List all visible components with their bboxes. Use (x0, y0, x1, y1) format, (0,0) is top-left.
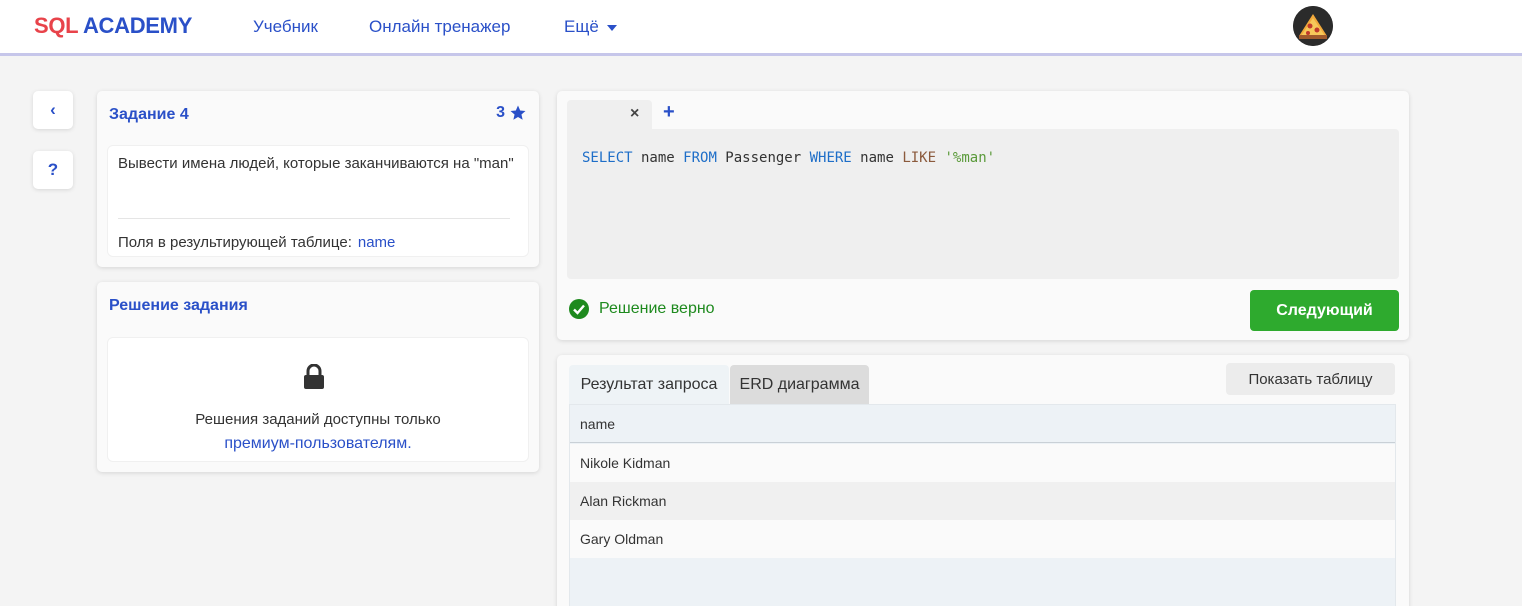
logo-sql: SQL (34, 13, 78, 38)
task-description: Вывести имена людей, которые заканчивают… (118, 155, 514, 172)
code-token: name (632, 150, 684, 166)
next-button[interactable]: Следующий (1250, 290, 1399, 331)
task-rating: 3 (496, 104, 527, 122)
column-header-name: name (570, 405, 1395, 443)
task-title: Задание 4 (109, 106, 189, 123)
caret-down-icon (606, 24, 617, 31)
task-card: Задание 4 3 Вывести имена людей, которые… (97, 91, 539, 267)
premium-link[interactable]: премиум-пользователям. (108, 432, 528, 456)
check-circle-icon (569, 299, 589, 319)
avatar-image (1293, 6, 1333, 46)
tab-erd-diagram[interactable]: ERD диаграмма (730, 365, 869, 405)
solution-title: Решение задания (109, 297, 248, 314)
help-button[interactable]: ? (33, 151, 73, 189)
fields-label: Поля в результирующей таблице: (118, 234, 352, 251)
task-description-box: Вывести имена людей, которые заканчивают… (107, 145, 529, 257)
table-row: Gary Oldman (570, 520, 1395, 558)
nav-trainer[interactable]: Онлайн тренажер (369, 17, 510, 37)
tab-query-result[interactable]: Результат запроса (569, 365, 729, 405)
show-table-button[interactable]: Показать таблицу (1226, 363, 1395, 395)
code-token: FROM (683, 150, 717, 166)
code-token: WHERE (809, 150, 852, 166)
sql-code[interactable]: SELECT name FROM Passenger WHERE name LI… (582, 150, 995, 166)
solution-card: Решение задания Решения заданий доступны… (97, 282, 539, 472)
logo[interactable]: SQL ACADEMY (34, 13, 192, 39)
code-token: Passenger (716, 150, 810, 166)
solution-status: Решение верно (569, 299, 715, 319)
code-token: SELECT (582, 150, 633, 166)
results-card: Результат запроса ERD диаграмма Показать… (557, 355, 1409, 606)
nav-tutorial[interactable]: Учебник (253, 17, 318, 37)
fields-value: name (357, 234, 396, 251)
table-row: Nikole Kidman (570, 444, 1395, 482)
nav-more-label: Ещё (564, 17, 599, 36)
close-tab-icon[interactable]: × (630, 105, 639, 123)
locked-text: Решения заданий доступны только (195, 411, 441, 428)
top-header: SQL ACADEMY Учебник Онлайн тренажер Ещё (0, 0, 1522, 56)
code-token: LIKE (902, 150, 937, 166)
table-row: Alan Rickman (570, 482, 1395, 520)
add-tab-button[interactable]: + (663, 102, 675, 122)
editor-card: × + SELECT name FROM Passenger WHERE nam… (557, 91, 1409, 340)
task-stars-count: 3 (496, 104, 505, 121)
locked-message: Решения заданий доступны только премиум-… (108, 408, 528, 456)
code-token: '%man' (944, 150, 996, 166)
avatar[interactable] (1293, 6, 1333, 46)
status-text: Решение верно (599, 300, 715, 317)
result-fields: Поля в результирующей таблице: name (118, 234, 395, 251)
editor-tab[interactable]: × (567, 100, 652, 130)
logo-academy: ACADEMY (82, 13, 193, 38)
sql-editor[interactable]: SELECT name FROM Passenger WHERE name LI… (567, 129, 1399, 279)
nav-more[interactable]: Ещё (564, 17, 617, 37)
star-icon (510, 105, 526, 120)
result-table: name Nikole Kidman Alan Rickman Gary Old… (569, 404, 1396, 606)
solution-locked-box: Решения заданий доступны только премиум-… (107, 337, 529, 462)
lock-icon (304, 364, 324, 389)
back-button[interactable]: ‹ (33, 91, 73, 129)
code-token: name (851, 150, 903, 166)
divider (118, 218, 510, 219)
